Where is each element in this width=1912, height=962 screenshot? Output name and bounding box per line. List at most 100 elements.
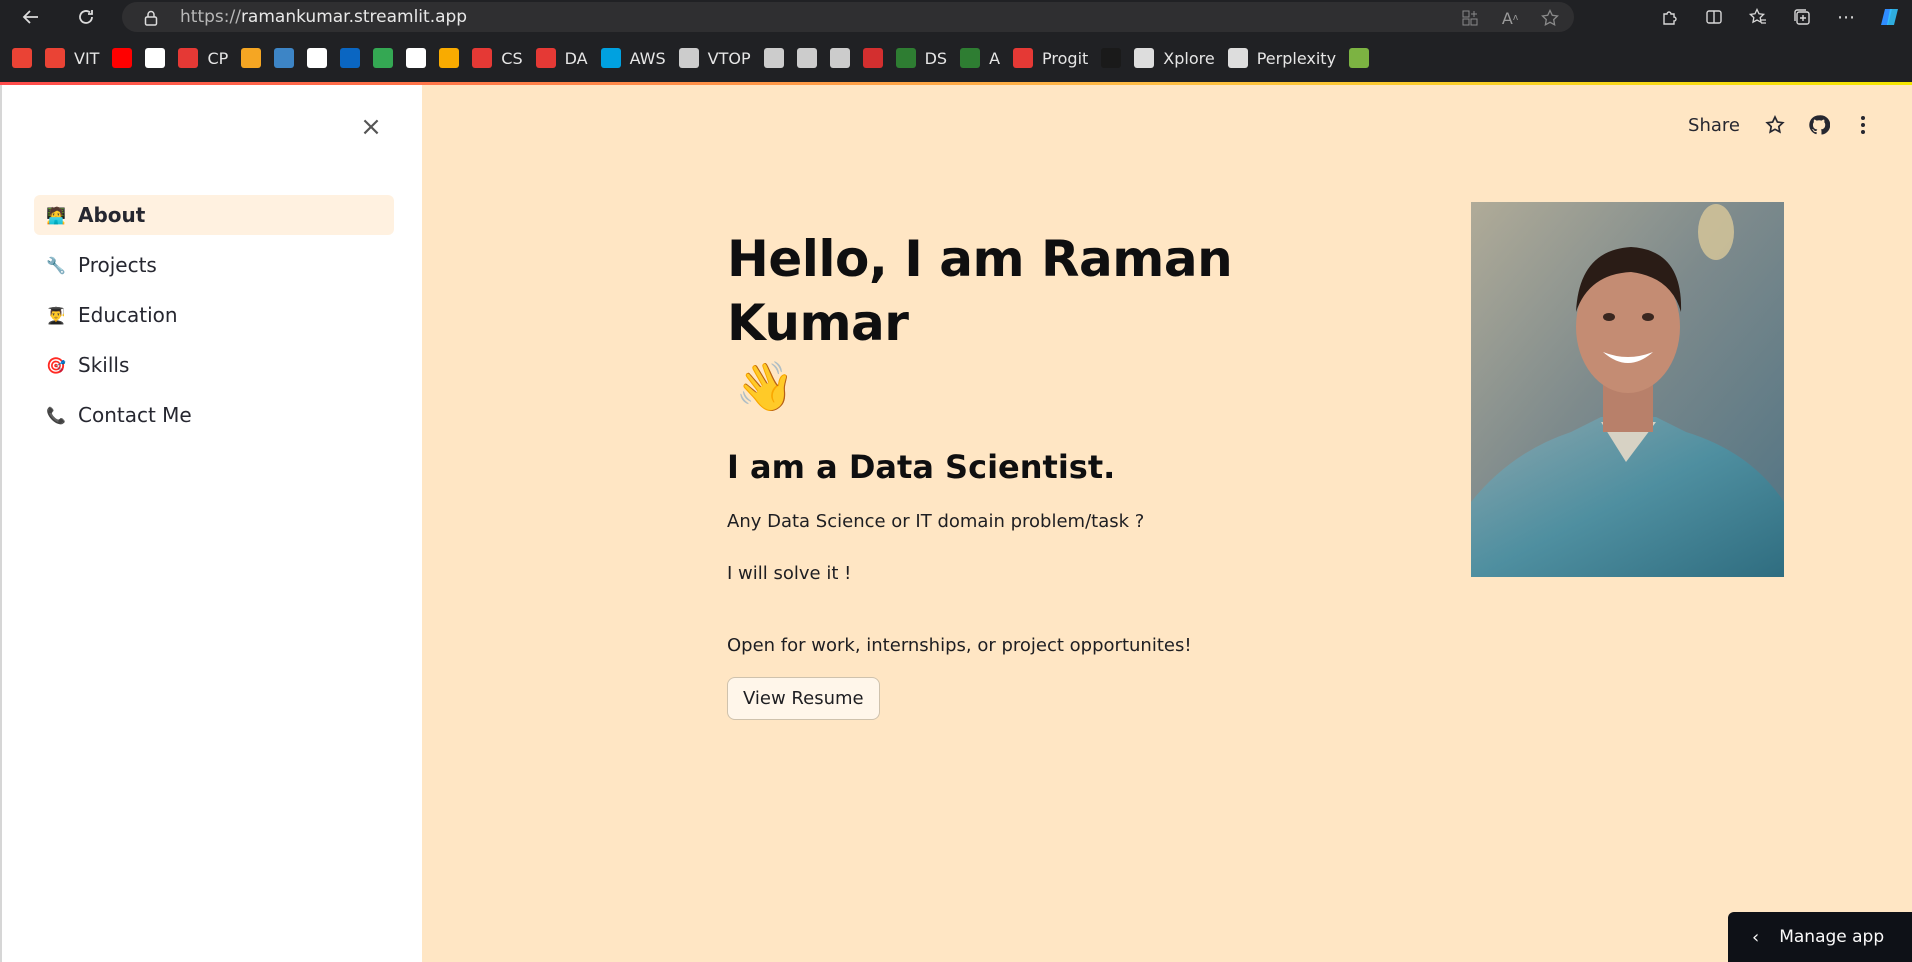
bookmark-item[interactable]: DA xyxy=(535,43,588,73)
sidebar-item-emoji-icon: 📞 xyxy=(46,405,66,425)
split-screen-icon[interactable] xyxy=(1692,0,1736,34)
bookmark-item[interactable] xyxy=(439,43,460,73)
bookmark-item[interactable] xyxy=(862,43,883,73)
sidebar-item-emoji-icon: 🔧 xyxy=(46,255,66,275)
favorites-icon[interactable] xyxy=(1736,0,1780,34)
bookmark-item[interactable] xyxy=(145,43,166,73)
gmail-icon xyxy=(12,48,32,68)
back-icon[interactable] xyxy=(14,0,48,34)
sidebar-item-projects[interactable]: 🔧 Projects xyxy=(34,245,394,285)
favorite-star-icon[interactable] xyxy=(1538,6,1562,30)
bookmark-item[interactable] xyxy=(1349,43,1370,73)
bookmark-label: CP xyxy=(207,48,229,68)
intro-line-3: Open for work, internships, or project o… xyxy=(727,635,1192,656)
chevron-left-icon: ‹ xyxy=(1752,926,1760,948)
chatgpt-icon xyxy=(406,48,427,68)
bookmark-item[interactable]: Progit xyxy=(1013,43,1088,73)
bookmark-item[interactable] xyxy=(373,43,394,73)
perplexity-icon xyxy=(1227,48,1248,68)
manage-app-label: Manage app xyxy=(1779,927,1885,947)
pdf-icon xyxy=(1013,48,1034,68)
star-icon[interactable] xyxy=(1764,114,1786,136)
sidebar-item-skills[interactable]: 🎯 Skills xyxy=(34,345,394,385)
pdf-icon xyxy=(178,48,199,68)
sidebar-item-label: About xyxy=(78,203,146,227)
apps-icon[interactable] xyxy=(1458,6,1482,30)
sidebar-item-label: Education xyxy=(78,303,178,327)
page-title: Hello, I am Raman Kumar xyxy=(727,230,1233,352)
view-resume-button[interactable]: View Resume xyxy=(727,677,880,720)
bookmark-item[interactable] xyxy=(241,43,262,73)
sidebar-nav: 🧑‍💻 About 🔧 Projects 👨‍🎓 Education 🎯 Skills 📞 Con… xyxy=(34,195,394,445)
read-aloud-icon[interactable]: Aʌ xyxy=(1498,6,1522,30)
bookmark-item[interactable] xyxy=(1101,43,1122,73)
bookmark-item[interactable] xyxy=(796,43,817,73)
sidebar-item-emoji-icon: 🧑‍💻 xyxy=(46,205,66,225)
vidyalankar-icon xyxy=(307,48,328,68)
address-bar-actions: Aʌ xyxy=(1458,6,1562,30)
sidebar-item-emoji-icon: 👨‍🎓 xyxy=(46,305,66,325)
pdf-icon xyxy=(535,48,556,68)
bookmark-item[interactable]: Perplexity xyxy=(1227,43,1337,73)
kebab-menu-icon[interactable] xyxy=(1852,114,1874,136)
bookmark-label: Xplore xyxy=(1163,48,1215,68)
gmail-icon xyxy=(45,48,65,68)
bookmark-item[interactable] xyxy=(763,43,784,73)
sidebar-item-emoji-icon: 🎯 xyxy=(46,355,66,375)
bookmark-label: Perplexity xyxy=(1256,48,1337,68)
bookmark-item[interactable] xyxy=(12,43,32,73)
more-icon[interactable]: ⋯ xyxy=(1824,0,1868,34)
bookmark-label: VTOP xyxy=(707,48,751,68)
bookmark-item[interactable] xyxy=(307,43,328,73)
vit-portal-icon xyxy=(796,48,817,68)
sidebar-item-about[interactable]: 🧑‍💻 About xyxy=(34,195,394,235)
lock-icon[interactable] xyxy=(144,10,158,26)
bookmark-item[interactable]: Xplore xyxy=(1134,43,1215,73)
url-prefix: https:// xyxy=(180,7,241,27)
bookmark-item[interactable] xyxy=(406,43,427,73)
manage-app-button[interactable]: ‹ Manage app xyxy=(1728,912,1912,962)
browser-actions: ⋯ xyxy=(1648,0,1912,34)
profile-photo xyxy=(1471,202,1784,577)
chess-icon xyxy=(1349,48,1370,68)
sidebar-item-contact-me[interactable]: 📞 Contact Me xyxy=(34,395,394,435)
infinity-icon xyxy=(895,48,916,68)
vit-portal-icon xyxy=(763,48,784,68)
refresh-icon[interactable] xyxy=(69,0,103,34)
github-icon[interactable] xyxy=(1808,114,1830,136)
bookmark-item[interactable]: DS xyxy=(895,43,947,73)
bookmark-item[interactable] xyxy=(340,43,361,73)
collections-icon[interactable] xyxy=(1780,0,1824,34)
intro-line-2: I will solve it ! xyxy=(727,563,852,584)
streamlit-app: × 🧑‍💻 About 🔧 Projects 👨‍🎓 Education 🎯 Skills 📞 C… xyxy=(0,82,1912,962)
sidebar: × 🧑‍💻 About 🔧 Projects 👨‍🎓 Education 🎯 Skills 📞 C… xyxy=(0,85,422,962)
bookmark-item[interactable]: CS xyxy=(472,43,523,73)
address-bar[interactable]: https://ramankumar.streamlit.app Aʌ xyxy=(122,2,1574,32)
infinity-icon xyxy=(960,48,981,68)
bookmark-item[interactable] xyxy=(829,43,850,73)
sidebar-item-education[interactable]: 👨‍🎓 Education xyxy=(34,295,394,335)
bookmark-label: A xyxy=(989,48,1001,68)
bookmark-label: Progit xyxy=(1042,48,1089,68)
vit-portal-icon xyxy=(829,48,850,68)
url-text: https://ramankumar.streamlit.app xyxy=(180,7,467,27)
close-sidebar-icon[interactable]: × xyxy=(359,114,383,140)
subtitle: I am a Data Scientist. xyxy=(727,448,1116,486)
bookmark-item[interactable]: A xyxy=(960,43,1000,73)
extensions-icon[interactable] xyxy=(1648,0,1692,34)
app-header-actions: Share xyxy=(1688,114,1912,136)
share-button[interactable]: Share xyxy=(1688,115,1740,136)
bookmark-label: VIT xyxy=(74,48,100,68)
bookmark-item[interactable]: AWS xyxy=(600,43,666,73)
bookmark-item[interactable]: VTOP xyxy=(678,43,751,73)
copilot-icon[interactable] xyxy=(1868,0,1912,34)
colab-icon xyxy=(439,48,460,68)
browser-toolbar: https://ramankumar.streamlit.app Aʌ ⋯ xyxy=(0,0,1912,34)
bookmark-item[interactable]: CP xyxy=(178,43,228,73)
bookmark-item[interactable] xyxy=(112,43,133,73)
bookmark-item[interactable] xyxy=(274,43,295,73)
bookmarks-bar: VIT CP CS DA AWS VTOP DS A Progit Xplore Perplexit… xyxy=(0,34,1912,82)
bookmark-item[interactable]: VIT xyxy=(45,43,99,73)
bookmark-label: CS xyxy=(501,48,523,68)
linkedin-icon xyxy=(340,48,361,68)
